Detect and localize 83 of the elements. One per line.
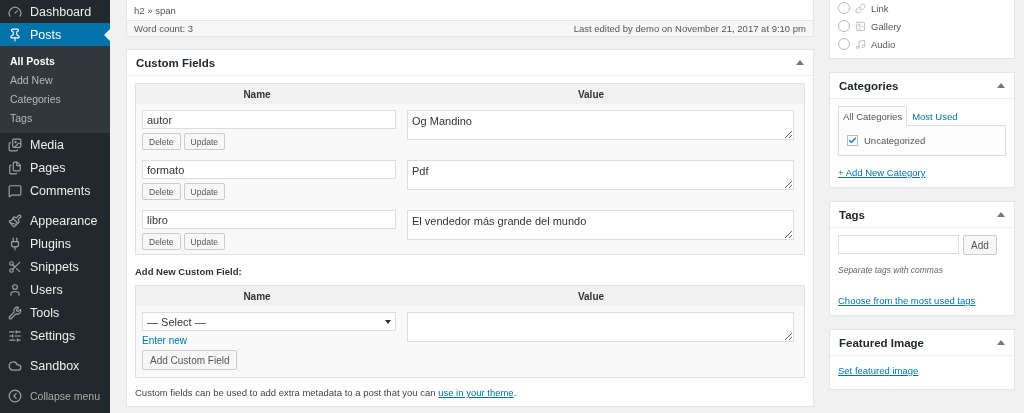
collapse-toggle-icon[interactable]: [997, 340, 1005, 345]
scissors-icon: [8, 259, 22, 274]
column-header: Name: [242, 88, 272, 100]
field-value-input[interactable]: Pdf: [407, 160, 794, 190]
field-value-input[interactable]: Og Mandino: [407, 110, 794, 140]
pin-icon: [8, 27, 22, 42]
category-tab[interactable]: All Categories: [838, 106, 908, 126]
delete-button[interactable]: Delete: [142, 183, 181, 200]
wrench-icon: [8, 305, 22, 320]
add-custom-field-button[interactable]: Add Custom Field: [142, 350, 238, 370]
field-value-input[interactable]: [407, 312, 794, 342]
collapse-toggle-icon[interactable]: [796, 60, 804, 65]
tags-hint: Separate tags with commas: [838, 265, 944, 275]
tag-input[interactable]: [838, 235, 959, 254]
box-title: Categories: [839, 79, 899, 92]
checkbox[interactable]: [847, 135, 858, 146]
column-header: Value: [576, 88, 606, 100]
radio-button[interactable]: [838, 2, 850, 14]
sidebar-menu-item[interactable]: Snippets: [0, 255, 110, 278]
field-name-input[interactable]: libro: [142, 210, 396, 229]
sidebar-menu-item[interactable]: Settings: [0, 324, 110, 347]
section-heading: Add New Custom Field:: [135, 266, 243, 277]
pages-icon: [8, 160, 22, 175]
field-value-input[interactable]: El vendedor más grande del mundo: [407, 210, 794, 240]
enter-new-link[interactable]: Enter new: [142, 335, 396, 346]
collapse-toggle-icon[interactable]: [997, 83, 1005, 88]
radio-button[interactable]: [838, 38, 850, 50]
sidebar-menu-item[interactable]: Media: [0, 133, 110, 156]
name-select[interactable]: — Select —: [142, 312, 396, 331]
sidebar-menu-item[interactable]: Dashboard: [0, 0, 110, 23]
media-icon: [8, 137, 22, 152]
category-tab[interactable]: Most Used: [907, 106, 963, 126]
collapse-toggle-icon[interactable]: [997, 212, 1005, 217]
collapse-icon: [8, 388, 22, 403]
radio-button[interactable]: [838, 20, 850, 32]
column-header: Name: [242, 290, 272, 302]
box-title: Custom Fields: [136, 56, 216, 69]
update-button[interactable]: Update: [183, 183, 225, 200]
gauge-icon: [8, 4, 22, 19]
submenu-item[interactable]: All Posts: [0, 51, 110, 70]
user-icon: [8, 282, 22, 297]
sidebar-menu-item[interactable]: Pages: [0, 156, 110, 179]
format-label: Audio: [871, 38, 896, 50]
plug-icon: [8, 236, 22, 251]
sidebar-menu-item[interactable]: Tools: [0, 301, 110, 324]
column-header: Value: [576, 290, 606, 302]
format-label: Gallery: [871, 20, 902, 32]
delete-button[interactable]: Delete: [142, 133, 181, 150]
submenu-item[interactable]: Tags: [0, 108, 110, 127]
word-count: Word count: 3: [134, 23, 193, 34]
sidebar-menu-item[interactable]: Users: [0, 278, 110, 301]
help-text: Custom fields can be used to add extra metadata to a post that you can use in your theme.: [135, 387, 518, 398]
link-icon: [855, 2, 866, 14]
update-button[interactable]: Update: [183, 233, 225, 250]
delete-button[interactable]: Delete: [142, 233, 181, 250]
add-tag-button[interactable]: Add: [963, 235, 997, 255]
submenu-item[interactable]: Categories: [0, 89, 110, 108]
cloud-icon: [8, 358, 22, 373]
box-title: Tags: [839, 208, 865, 221]
update-button[interactable]: Update: [183, 133, 225, 150]
element-path: h2 » span: [134, 5, 176, 16]
sidebar-menu-item[interactable]: Sandbox: [0, 354, 110, 377]
sidebar-menu-item[interactable]: Plugins: [0, 232, 110, 255]
music-note-icon: [855, 38, 866, 50]
brush-icon: [8, 213, 22, 228]
sidebar-menu-item[interactable]: Posts: [0, 23, 110, 46]
field-name-input[interactable]: formato: [142, 160, 396, 179]
category-label: Uncategorized: [864, 135, 926, 146]
box-title: Featured Image: [839, 336, 924, 349]
image-icon: [855, 20, 866, 32]
add-category-link[interactable]: + Add New Category: [838, 167, 926, 178]
set-featured-image-link[interactable]: Set featured image: [838, 365, 919, 376]
theme-link[interactable]: use in your theme: [438, 387, 514, 398]
submenu-item[interactable]: Add New: [0, 70, 110, 89]
speech-bubble-icon: [8, 183, 22, 198]
last-edited-text: Last edited by demo on November 21, 2017 at 9:10 pm: [573, 23, 806, 34]
sliders-icon: [8, 328, 22, 343]
sidebar-menu-item[interactable]: Appearance: [0, 209, 110, 232]
sidebar-menu-item[interactable]: Comments: [0, 179, 110, 202]
most-used-tags-link[interactable]: Choose from the most used tags: [838, 295, 976, 306]
collapse-menu-button[interactable]: Collapse menu: [0, 384, 110, 407]
format-label: Link: [871, 2, 889, 14]
field-name-input[interactable]: autor: [142, 110, 396, 129]
